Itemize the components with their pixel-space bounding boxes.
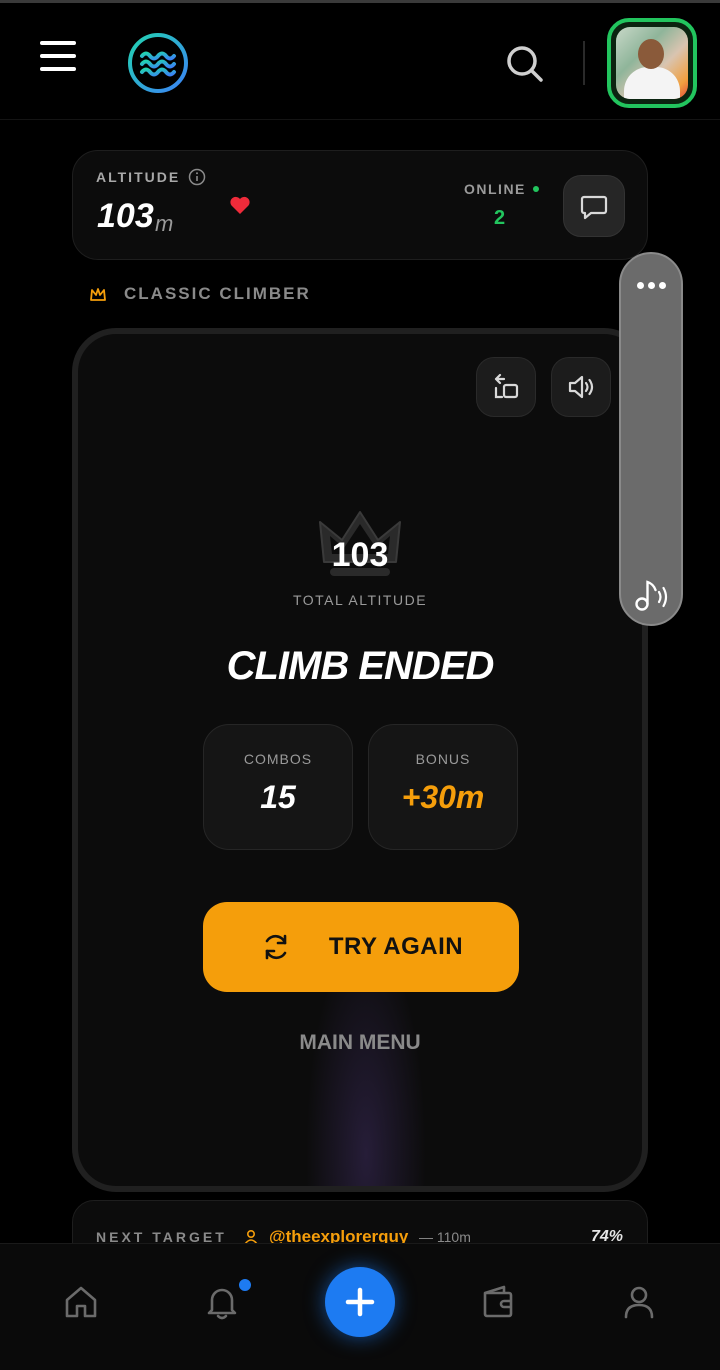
home-icon[interactable] bbox=[61, 1282, 101, 1322]
search-icon[interactable] bbox=[500, 39, 548, 87]
total-altitude-value: 103 bbox=[331, 536, 389, 574]
wave-logo-icon[interactable] bbox=[127, 32, 189, 94]
avatar-photo bbox=[616, 27, 688, 99]
bottom-navigation bbox=[0, 1243, 720, 1370]
stat-label: BONUS bbox=[415, 751, 471, 767]
chat-button[interactable] bbox=[563, 175, 625, 237]
switch-view-button[interactable] bbox=[476, 357, 536, 417]
total-altitude-label: TOTAL ALTITUDE bbox=[292, 592, 428, 608]
stat-value: 15 bbox=[260, 779, 296, 815]
profile-icon[interactable] bbox=[619, 1282, 659, 1322]
notification-badge bbox=[236, 1276, 254, 1294]
avatar[interactable] bbox=[607, 18, 697, 108]
swap-screen-icon bbox=[494, 373, 519, 399]
music-icon[interactable] bbox=[633, 576, 673, 614]
game-mode-label: CLASSIC CLIMBER bbox=[124, 284, 311, 303]
divider bbox=[583, 41, 585, 85]
bonus-stat: BONUS +30m bbox=[368, 724, 518, 850]
sound-toggle-button[interactable] bbox=[551, 357, 611, 417]
game-over-title: CLIMB ENDED bbox=[226, 644, 495, 688]
plus-icon bbox=[345, 1287, 375, 1317]
online-count: 2 bbox=[494, 207, 506, 229]
online-label: ONLINE bbox=[464, 181, 526, 197]
stat-value: +30m bbox=[401, 779, 485, 815]
top-bar bbox=[0, 0, 720, 120]
altitude-value: 103 bbox=[97, 197, 154, 235]
crown-outline-icon bbox=[90, 288, 106, 301]
info-icon[interactable] bbox=[188, 168, 206, 186]
floating-side-panel[interactable] bbox=[619, 252, 683, 626]
combos-stat: COMBOS 15 bbox=[203, 724, 353, 850]
try-again-label: TRY AGAIN bbox=[328, 933, 464, 960]
add-button[interactable] bbox=[325, 1267, 395, 1337]
refresh-icon bbox=[265, 934, 287, 960]
altitude-unit: m bbox=[155, 211, 174, 236]
main-menu-link[interactable]: MAIN MENU bbox=[78, 1031, 642, 1055]
stat-label: COMBOS bbox=[243, 751, 313, 767]
game-screen: 103 TOTAL ALTITUDE CLIMB ENDED COMBOS 15… bbox=[78, 334, 642, 1186]
online-status-dot bbox=[533, 186, 539, 192]
altitude-card: ALTITUDE 103 m ONLINE 2 bbox=[72, 150, 648, 260]
chat-icon bbox=[580, 195, 608, 220]
more-options-icon[interactable] bbox=[621, 276, 681, 294]
wallet-icon[interactable] bbox=[478, 1282, 518, 1322]
speaker-icon bbox=[568, 375, 594, 399]
try-again-button[interactable]: TRY AGAIN bbox=[203, 902, 519, 992]
heart-icon bbox=[230, 196, 250, 214]
altitude-label: ALTITUDE bbox=[96, 169, 181, 185]
game-card: 103 TOTAL ALTITUDE CLIMB ENDED COMBOS 15… bbox=[72, 328, 648, 1192]
hamburger-menu-icon[interactable] bbox=[40, 41, 80, 77]
